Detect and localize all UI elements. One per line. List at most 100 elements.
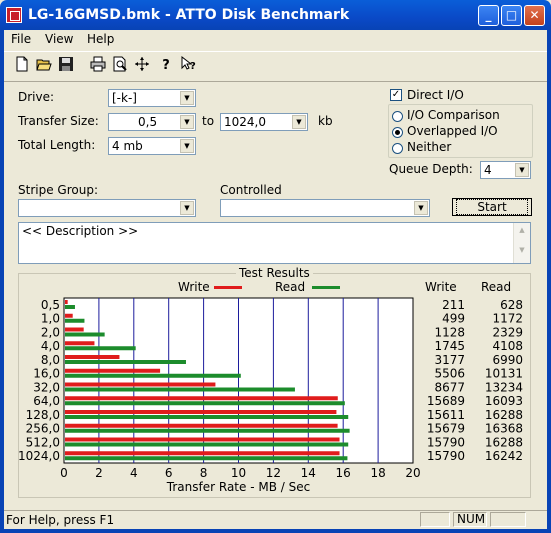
chevron-down-icon[interactable]: ▼ [515,163,529,177]
write-value: 15790 [427,449,465,463]
legend-read-swatch [312,286,340,289]
status-num: NUM [457,512,486,526]
read-value: 16368 [485,422,523,436]
controlled-label: Controlled [220,183,282,197]
new-icon[interactable] [12,56,32,76]
x-tick-label: 6 [165,466,173,480]
read-bar [65,456,348,461]
y-tick-label: 8,0 [41,353,60,367]
read-bar [65,373,241,378]
results-chart: Write Read Write Read 0 2 4 6 8 10 12 14 16 18 20 Trans… [18,280,523,494]
y-tick-label: 2,0 [41,325,60,339]
y-tick-label: 128,0 [26,408,60,422]
read-value: 4108 [492,339,523,353]
read-bar [65,442,349,447]
save-icon[interactable] [56,56,76,76]
write-value: 1745 [434,339,465,353]
description-scrollbar[interactable]: ▲ ▼ [513,223,530,263]
to-label: to [202,114,215,128]
svg-text:?: ? [190,61,196,72]
write-bar [65,396,338,401]
write-bar [65,355,120,359]
menu-view[interactable]: View [45,32,73,46]
minimize-button[interactable]: _ [478,5,499,26]
write-value: 8677 [434,380,465,394]
direct-io-checkbox[interactable]: ✓ [390,89,402,101]
overlapped-io-label: Overlapped I/O [407,124,498,138]
chevron-down-icon[interactable]: ▼ [180,139,194,153]
read-value: 16288 [485,408,523,422]
menu-bar: File View Help [4,30,547,50]
neither-label: Neither [407,140,452,154]
x-tick-label: 4 [130,466,138,480]
write-bar [65,327,84,332]
controlled-select[interactable]: ▼ [220,199,430,217]
transfer-to-value: 1024,0 [224,115,266,129]
scroll-down-icon[interactable]: ▼ [514,237,530,263]
description-text: << Description >> [22,224,139,238]
drive-select[interactable]: [-k-] ▼ [108,89,196,107]
queue-depth-value: 4 [484,163,492,177]
menu-help[interactable]: Help [87,32,114,46]
write-bar [65,368,161,373]
direct-io-label: Direct I/O [407,88,464,102]
queue-depth-select[interactable]: 4 ▼ [480,161,531,179]
app-icon[interactable] [6,7,22,23]
write-bar [65,382,216,387]
read-value: 2329 [492,325,523,339]
write-value: 3177 [434,353,465,367]
chevron-down-icon[interactable]: ▼ [414,201,428,215]
col-header-write: Write [425,280,457,294]
x-tick-label: 8 [200,466,208,480]
write-bar [65,341,95,346]
menu-file[interactable]: File [11,32,31,46]
close-button[interactable]: ✕ [524,5,545,26]
y-tick-label: 1,0 [41,312,60,326]
x-tick-label: 0 [60,466,68,480]
write-bar [65,410,337,414]
title-bar[interactable]: LG-16GMSD.bmk - ATTO Disk Benchmark _ □ … [0,0,551,30]
y-tick-label: 4,0 [41,339,60,353]
description-box[interactable]: << Description >> ▲ ▼ [18,222,531,264]
transfer-size-label: Transfer Size: [18,114,99,128]
y-tick-label: 1024,0 [18,449,60,463]
neither-radio[interactable] [392,143,403,154]
results-title: Test Results [236,266,313,280]
start-button[interactable]: Start [452,198,532,216]
legend-read-label: Read [275,280,305,294]
maximize-button[interactable]: □ [501,5,522,26]
read-value: 6990 [492,353,523,367]
chevron-down-icon[interactable]: ▼ [180,91,194,105]
stripe-group-select[interactable]: ▼ [18,199,196,217]
chevron-down-icon[interactable]: ▼ [180,201,194,215]
window-frame-right [547,30,551,533]
overlapped-io-radio[interactable] [392,127,403,138]
read-value: 16093 [485,394,523,408]
read-bar [65,318,85,323]
y-tick-label: 256,0 [26,422,60,436]
read-value: 13234 [485,380,523,394]
transfer-size-from-select[interactable]: 0,5 ▼ [108,113,196,131]
write-value: 211 [442,298,465,312]
total-length-select[interactable]: 4 mb ▼ [108,137,196,155]
write-value: 499 [442,312,465,326]
read-bar [65,415,349,419]
total-length-label: Total Length: [18,138,96,152]
x-tick-label: 18 [370,466,385,480]
write-bar [65,300,68,304]
status-panel-num: NUM [453,512,487,527]
chevron-down-icon[interactable]: ▼ [292,115,306,129]
chevron-down-icon[interactable]: ▼ [180,115,194,129]
print-preview-icon[interactable] [110,56,130,76]
transfer-size-to-select[interactable]: 1024,0 ▼ [220,113,308,131]
read-bar [65,387,295,392]
write-value: 15689 [427,394,465,408]
open-icon[interactable] [34,56,54,76]
io-comparison-radio[interactable] [392,111,403,122]
help-icon[interactable]: ? [156,56,176,76]
move-icon[interactable] [132,56,152,76]
status-panel-caps [420,512,450,527]
context-help-icon[interactable]: ? [178,55,198,76]
scroll-up-icon[interactable]: ▲ [514,223,530,237]
print-icon[interactable] [88,56,108,76]
